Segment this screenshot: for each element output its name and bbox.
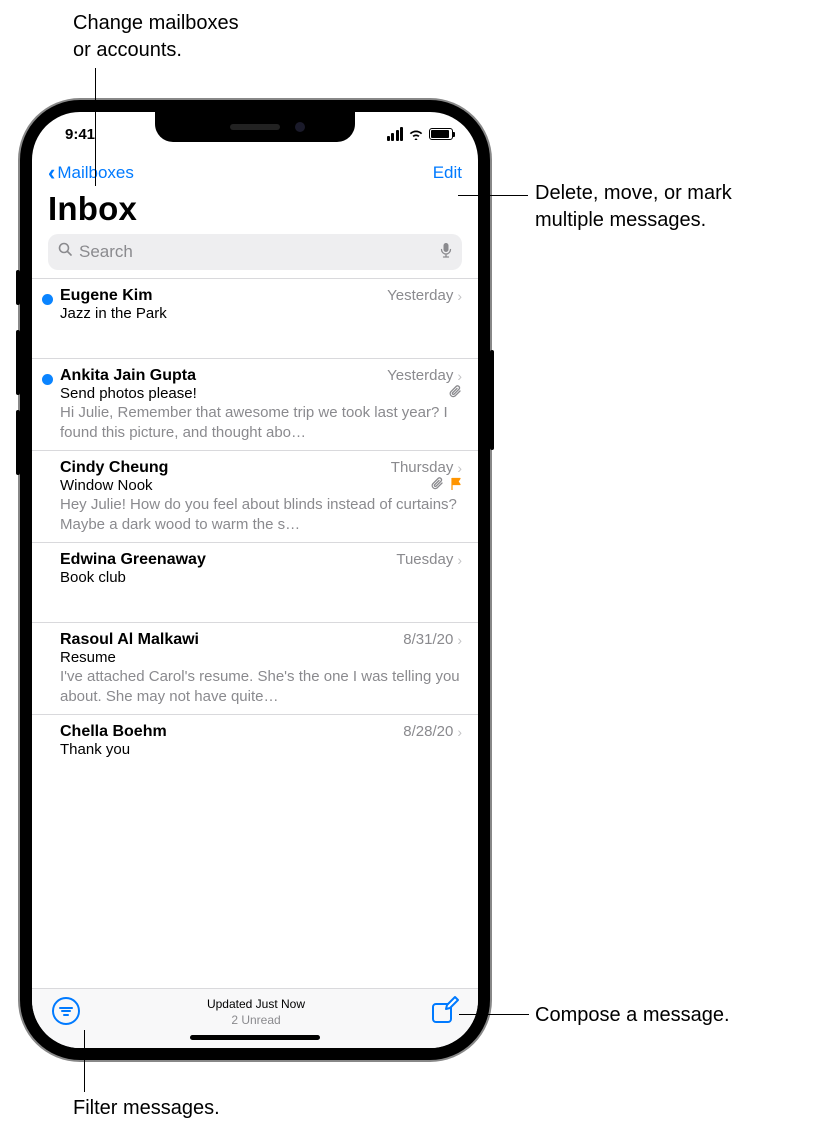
subject-label: Book club xyxy=(60,569,126,586)
filter-button[interactable] xyxy=(52,997,80,1025)
chevron-right-icon: › xyxy=(457,724,462,740)
date-label: Yesterday xyxy=(387,287,453,304)
compose-button[interactable] xyxy=(432,997,458,1023)
callout-filter: Filter messages. xyxy=(73,1095,220,1122)
callout-mailboxes: Change mailboxes or accounts. xyxy=(73,10,239,64)
sender-label: Edwina Greenaway xyxy=(60,551,206,569)
status-icons xyxy=(387,127,454,141)
message-row[interactable]: Chella Boehm 8/28/20› Thank you xyxy=(32,714,478,794)
sender-label: Ankita Jain Gupta xyxy=(60,367,196,385)
sender-label: Rasoul Al Malkawi xyxy=(60,631,199,649)
message-row[interactable]: Ankita Jain Gupta Yesterday› Send photos p… xyxy=(32,358,478,450)
sender-label: Eugene Kim xyxy=(60,287,152,305)
search-input[interactable]: Search xyxy=(48,234,462,270)
callout-line xyxy=(95,68,96,186)
callout-line xyxy=(458,195,528,196)
subject-label: Jazz in the Park xyxy=(60,305,167,322)
message-row[interactable]: Cindy Cheung Thursday› Window NookHey Juli… xyxy=(32,450,478,542)
callout-compose: Compose a message. xyxy=(535,1002,730,1029)
battery-icon xyxy=(429,128,453,140)
page-title: Inbox xyxy=(48,190,462,228)
unread-dot-icon xyxy=(42,374,53,385)
chevron-right-icon: › xyxy=(457,460,462,476)
mailboxes-back-button[interactable]: ‹ Mailboxes xyxy=(48,162,134,184)
phone-frame: 9:41 ‹ Mailboxes Edit Inbox Search xyxy=(20,100,490,1060)
callout-line xyxy=(459,1014,529,1015)
side-button xyxy=(16,330,20,395)
preview-text: I've attached Carol's resume. She's the … xyxy=(60,667,462,706)
unread-dot-icon xyxy=(42,294,53,305)
toolbar-status: Updated Just Now 2 Unread xyxy=(207,997,305,1028)
chevron-right-icon: › xyxy=(457,288,462,304)
filter-icon xyxy=(59,1005,73,1017)
date-label: Tuesday xyxy=(396,551,453,568)
date-label: 8/28/20 xyxy=(403,723,453,740)
date-label: 8/31/20 xyxy=(403,631,453,648)
updated-label: Updated Just Now xyxy=(207,997,305,1013)
preview-text: Hi Julie, Remember that awesome trip we … xyxy=(60,403,462,442)
date-wrap: Yesterday› xyxy=(387,287,462,304)
indicator-group xyxy=(431,477,462,494)
side-button xyxy=(16,270,20,305)
message-list[interactable]: Eugene KimYesterday›Jazz in the ParkAnki… xyxy=(32,278,478,988)
side-button xyxy=(490,350,494,450)
status-time: 9:41 xyxy=(57,126,95,143)
attachment-icon xyxy=(431,477,444,494)
wifi-icon xyxy=(408,128,424,140)
flag-icon xyxy=(450,477,462,494)
search-placeholder: Search xyxy=(79,242,434,262)
microphone-icon[interactable] xyxy=(440,242,452,263)
chevron-left-icon: ‹ xyxy=(48,162,55,184)
subject-label: Thank you xyxy=(60,741,130,758)
date-wrap: 8/31/20› xyxy=(403,631,462,648)
side-button xyxy=(16,410,20,475)
message-row[interactable]: Eugene Kim Yesterday› Jazz in the Park xyxy=(32,278,478,358)
signal-icon xyxy=(387,127,404,141)
attachment-icon xyxy=(449,385,462,402)
date-wrap: Yesterday› xyxy=(387,367,462,384)
callout-edit: Delete, move, or mark multiple messages. xyxy=(535,180,732,234)
message-row[interactable]: Edwina Greenaway Tuesday› Book club xyxy=(32,542,478,622)
preview-text: Hey Julie! How do you feel about blinds … xyxy=(60,495,462,534)
date-label: Yesterday xyxy=(387,367,453,384)
subject-label: Window Nook xyxy=(60,477,153,494)
edit-button[interactable]: Edit xyxy=(433,163,462,183)
date-wrap: Thursday› xyxy=(391,459,462,476)
indicator-group xyxy=(449,385,462,402)
subject-label: Resume xyxy=(60,649,116,666)
title-row: Inbox xyxy=(32,188,478,234)
unread-count: 2 Unread xyxy=(207,1013,305,1029)
chevron-right-icon: › xyxy=(457,552,462,568)
notch xyxy=(155,112,355,142)
date-wrap: Tuesday› xyxy=(396,551,462,568)
subject-label: Send photos please! xyxy=(60,385,197,402)
nav-bar: ‹ Mailboxes Edit xyxy=(32,156,478,188)
date-wrap: 8/28/20› xyxy=(403,723,462,740)
callout-line xyxy=(84,1030,85,1092)
chevron-right-icon: › xyxy=(457,368,462,384)
home-indicator[interactable] xyxy=(190,1035,320,1040)
sender-label: Cindy Cheung xyxy=(60,459,168,477)
search-wrap: Search xyxy=(32,234,478,278)
date-label: Thursday xyxy=(391,459,454,476)
search-icon xyxy=(58,242,73,262)
screen: 9:41 ‹ Mailboxes Edit Inbox Search xyxy=(32,112,478,1048)
chevron-right-icon: › xyxy=(457,632,462,648)
message-row[interactable]: Rasoul Al Malkawi 8/31/20› ResumeI've atta… xyxy=(32,622,478,714)
sender-label: Chella Boehm xyxy=(60,723,167,741)
